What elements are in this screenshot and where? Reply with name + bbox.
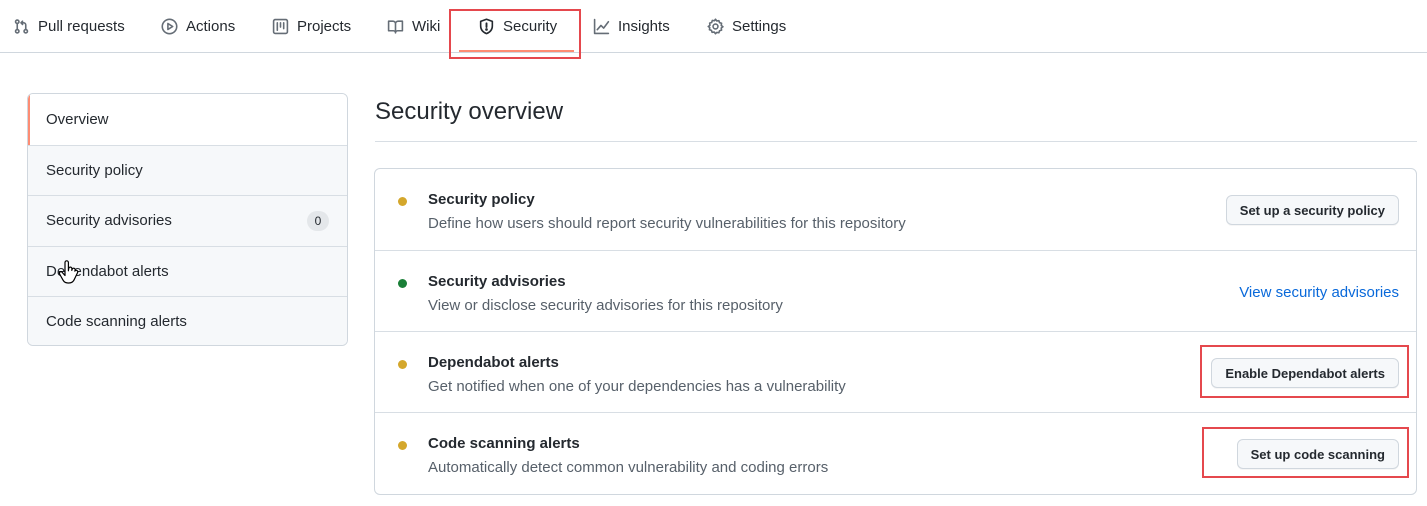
security-features-list: Security policy Define how users should … — [374, 168, 1417, 495]
set-up-security-policy-button[interactable]: Set up a security policy — [1225, 195, 1399, 225]
tab-label: Settings — [732, 18, 787, 35]
shield-icon — [477, 18, 495, 36]
sidebar-item-label: Code scanning alerts — [46, 313, 187, 331]
feature-row-dependabot-alerts: Dependabot alerts Get notified when one … — [375, 331, 1416, 412]
feature-row-code-scanning-alerts: Code scanning alerts Automatically detec… — [375, 412, 1416, 493]
view-security-advisories-link[interactable]: View security advisories — [1239, 284, 1399, 301]
project-icon — [271, 18, 289, 36]
sidebar-item-security-policy[interactable]: Security policy — [28, 144, 347, 195]
book-icon — [386, 18, 404, 36]
tab-label: Security — [503, 18, 558, 35]
tab-settings[interactable]: Settings — [706, 0, 786, 53]
repo-nav: Pull requests Actions Projects Wiki Secu… — [0, 0, 1427, 53]
feature-description: Define how users should report security … — [428, 215, 906, 232]
feature-title: Security advisories — [428, 273, 566, 290]
tab-insights[interactable]: Insights — [592, 0, 670, 53]
sidebar-item-overview[interactable]: Overview — [28, 94, 347, 145]
feature-title: Security policy — [428, 191, 535, 208]
feature-title: Code scanning alerts — [428, 435, 580, 452]
title-divider — [375, 141, 1417, 142]
sidebar-item-code-scanning-alerts[interactable]: Code scanning alerts — [28, 296, 347, 345]
feature-row-security-policy: Security policy Define how users should … — [375, 169, 1416, 250]
security-sidebar: Overview Security policy Security adviso… — [27, 93, 348, 346]
status-dot — [398, 360, 407, 369]
enable-dependabot-alerts-button[interactable]: Enable Dependabot alerts — [1211, 358, 1399, 388]
set-up-code-scanning-button[interactable]: Set up code scanning — [1236, 439, 1399, 469]
feature-description: Automatically detect common vulnerabilit… — [428, 459, 829, 476]
play-icon — [160, 18, 178, 36]
active-tab-underline — [459, 50, 574, 52]
sidebar-item-security-advisories[interactable]: Security advisories 0 — [28, 195, 347, 246]
tab-label: Insights — [618, 18, 670, 35]
tab-pull-requests[interactable]: Pull requests — [12, 0, 125, 53]
sidebar-item-label: Security policy — [46, 161, 143, 179]
feature-description: View or disclose security advisories for… — [428, 297, 783, 314]
status-dot — [398, 197, 407, 206]
gear-icon — [706, 18, 724, 36]
status-dot — [398, 279, 407, 288]
tab-wiki[interactable]: Wiki — [386, 0, 440, 53]
sidebar-item-label: Overview — [46, 110, 109, 128]
tab-label: Pull requests — [38, 18, 125, 35]
tab-security[interactable]: Security — [477, 0, 557, 53]
tab-label: Actions — [186, 18, 236, 35]
feature-row-security-advisories: Security advisories View or disclose sec… — [375, 250, 1416, 331]
tab-label: Projects — [297, 18, 352, 35]
page-title: Security overview — [375, 98, 564, 125]
feature-description: Get notified when one of your dependenci… — [428, 378, 846, 395]
feature-title: Dependabot alerts — [428, 354, 559, 371]
graph-icon — [592, 18, 610, 36]
tab-projects[interactable]: Projects — [271, 0, 351, 53]
tab-label: Wiki — [412, 18, 441, 35]
sidebar-item-label: Security advisories — [46, 212, 172, 230]
tab-actions[interactable]: Actions — [160, 0, 235, 53]
advisories-count-badge: 0 — [307, 210, 329, 231]
git-pull-request-icon — [12, 18, 30, 36]
status-dot — [398, 441, 407, 450]
hand-cursor-icon — [58, 260, 79, 284]
